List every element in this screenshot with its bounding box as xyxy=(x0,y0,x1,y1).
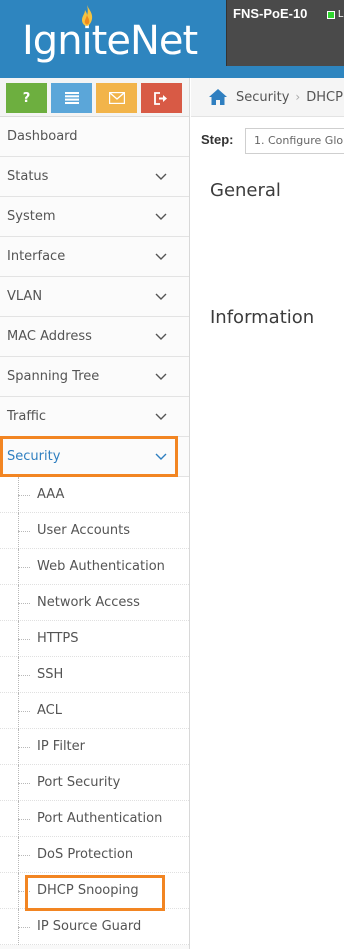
tree-branch xyxy=(18,603,30,604)
chevron-down-icon xyxy=(155,453,167,460)
sub-item-https[interactable]: HTTPS xyxy=(0,621,189,657)
logout-button[interactable] xyxy=(141,83,182,113)
sub-item-label: Port Authentication xyxy=(37,811,163,826)
help-icon: ? xyxy=(22,90,31,106)
tree-branch xyxy=(18,927,30,928)
sub-item-label: User Accounts xyxy=(37,523,131,538)
logo-text: IgniteNet xyxy=(22,18,198,64)
status-indicator-icon xyxy=(327,11,335,19)
sub-item-label: IP Filter xyxy=(37,739,86,754)
device-panel: FNS-PoE-10 L xyxy=(226,0,344,66)
top-header: IgniteNet FNS-PoE-10 L xyxy=(0,0,344,78)
step-row: Step: 1. Configure Glo xyxy=(191,117,344,163)
status-label: L xyxy=(338,9,344,20)
sub-item-label: HTTPS xyxy=(37,631,79,646)
nav-item-label: Traffic xyxy=(7,409,47,424)
nav-item-spanning-tree[interactable]: Spanning Tree xyxy=(0,357,189,397)
sub-item-label: DoS Protection xyxy=(37,847,134,862)
sub-item-label: IP Source Guard xyxy=(37,919,142,934)
sub-item-web-authentication[interactable]: Web Authentication xyxy=(0,549,189,585)
home-icon[interactable] xyxy=(209,89,227,105)
chevron-down-icon xyxy=(155,293,167,300)
step-label: Step: xyxy=(201,132,234,147)
help-button[interactable]: ? xyxy=(6,83,47,113)
tree-branch xyxy=(18,531,30,532)
sub-item-label: AAA xyxy=(37,487,65,502)
nav-item-label: Spanning Tree xyxy=(7,369,100,384)
sub-item-ip-source-guard[interactable]: IP Source Guard xyxy=(0,909,189,945)
nav-item-label: VLAN xyxy=(7,289,43,304)
nav-item-label: Dashboard xyxy=(7,129,78,144)
sub-item-network-access[interactable]: Network Access xyxy=(0,585,189,621)
section-title-general: General xyxy=(210,180,281,201)
tree-branch xyxy=(18,855,30,856)
chevron-down-icon xyxy=(155,253,167,260)
nav-item-system[interactable]: System xyxy=(0,197,189,237)
sub-item-label: SSH xyxy=(37,667,64,682)
tree-branch xyxy=(18,675,30,676)
tree-branch xyxy=(18,639,30,640)
nav-item-interface[interactable]: Interface xyxy=(0,237,189,277)
sub-item-port-authentication[interactable]: Port Authentication xyxy=(0,801,189,837)
flame-icon xyxy=(82,5,93,26)
breadcrumb-separator-icon: › xyxy=(295,90,301,104)
nav-item-label: Interface xyxy=(7,249,66,264)
sub-item-label: DHCP Snooping xyxy=(37,883,139,898)
sub-item-dhcp-snooping[interactable]: DHCP Snooping xyxy=(0,873,189,909)
device-name: FNS-PoE-10 xyxy=(233,6,308,21)
tree-branch xyxy=(18,567,30,568)
chevron-down-icon xyxy=(155,413,167,420)
nav-item-traffic[interactable]: Traffic xyxy=(0,397,189,437)
breadcrumb-item-dhcp: DHCP xyxy=(306,89,343,105)
sub-item-ip-filter[interactable]: IP Filter xyxy=(0,729,189,765)
nav-item-status[interactable]: Status xyxy=(0,157,189,197)
nav-item-label: MAC Address xyxy=(7,329,92,344)
nav-item-vlan[interactable]: VLAN xyxy=(0,277,189,317)
section-title-information: Information xyxy=(210,307,315,328)
security-submenu: AAA User Accounts Web Authentication Net… xyxy=(0,477,189,945)
chevron-down-icon xyxy=(155,373,167,380)
mail-button[interactable] xyxy=(96,83,137,113)
tree-branch xyxy=(18,747,30,748)
tree-branch xyxy=(18,495,30,496)
ignitenet-logo[interactable]: IgniteNet xyxy=(22,5,198,64)
list-icon xyxy=(64,92,79,104)
chevron-down-icon xyxy=(155,213,167,220)
sidebar: ? Dashboard Status System Interface VLAN… xyxy=(0,78,190,949)
sub-item-label: Web Authentication xyxy=(37,559,165,574)
sub-item-ssh[interactable]: SSH xyxy=(0,657,189,693)
sub-item-acl[interactable]: ACL xyxy=(0,693,189,729)
chevron-down-icon xyxy=(155,173,167,180)
nav-item-mac-address[interactable]: MAC Address xyxy=(0,317,189,357)
sub-item-port-security[interactable]: Port Security xyxy=(0,765,189,801)
tree-branch xyxy=(18,819,30,820)
nav-item-security[interactable]: Security xyxy=(0,437,189,477)
tree-branch xyxy=(18,783,30,784)
sub-item-label: Network Access xyxy=(37,595,140,610)
breadcrumb: Security › DHCP xyxy=(191,78,344,117)
sub-item-aaa[interactable]: AAA xyxy=(0,477,189,513)
breadcrumb-item-security[interactable]: Security xyxy=(236,90,289,105)
sub-item-user-accounts[interactable]: User Accounts xyxy=(0,513,189,549)
sub-item-label: ACL xyxy=(37,703,62,718)
nav-item-label: System xyxy=(7,209,56,224)
tree-branch xyxy=(18,891,30,892)
step-select[interactable]: 1. Configure Glo xyxy=(245,128,344,154)
shortcut-bar: ? xyxy=(0,78,189,117)
sub-item-label: Port Security xyxy=(37,775,121,790)
nav-item-label: Security xyxy=(7,449,61,464)
tree-branch xyxy=(18,711,30,712)
nav-item-label: Status xyxy=(7,169,49,184)
mail-icon xyxy=(108,92,125,104)
sub-item-dos-protection[interactable]: DoS Protection xyxy=(0,837,189,873)
nav-item-dashboard[interactable]: Dashboard xyxy=(0,117,189,157)
chevron-down-icon xyxy=(155,333,167,340)
list-button[interactable] xyxy=(51,83,92,113)
logout-icon xyxy=(154,91,167,105)
